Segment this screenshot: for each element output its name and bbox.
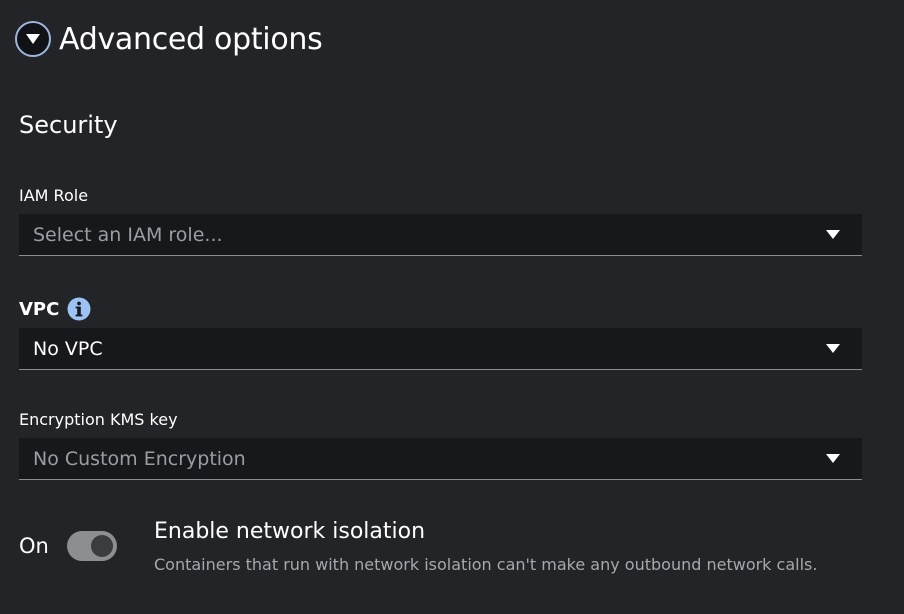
vpc-label-row: VPC (19, 297, 91, 321)
kms-key-label: Encryption KMS key (19, 410, 178, 429)
kms-key-placeholder: No Custom Encryption (33, 447, 246, 470)
vpc-select[interactable]: No VPC (19, 328, 862, 370)
caret-down-icon (826, 454, 840, 463)
iam-role-placeholder: Select an IAM role... (33, 223, 223, 246)
vpc-label: VPC (19, 298, 60, 320)
info-icon[interactable] (67, 297, 91, 321)
toggle-knob (91, 535, 113, 557)
caret-down-icon (826, 230, 840, 239)
kms-key-select[interactable]: No Custom Encryption (19, 438, 862, 480)
toggle-state-label: On (19, 534, 49, 558)
security-title: Security (19, 111, 118, 139)
iam-role-select[interactable]: Select an IAM role... (19, 214, 862, 256)
network-isolation-toggle[interactable] (67, 531, 117, 561)
caret-down-icon (826, 344, 840, 353)
advanced-options-header[interactable]: Advanced options (15, 18, 323, 60)
network-isolation-description: Containers that run with network isolati… (154, 555, 818, 574)
network-isolation-title: Enable network isolation (154, 519, 426, 544)
expand-toggle-button[interactable] (15, 21, 51, 57)
vpc-value: No VPC (33, 337, 103, 360)
section-heading: Advanced options (59, 21, 323, 57)
iam-role-label: IAM Role (19, 186, 89, 205)
triangle-down-icon (26, 34, 40, 44)
